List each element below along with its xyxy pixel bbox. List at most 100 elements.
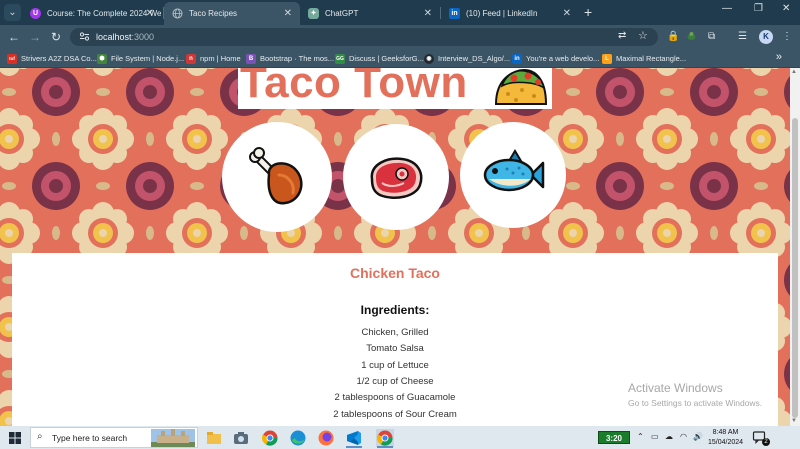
browser-toolbar: ← → ↻ localhost:3000 ⇄ ☆ 🔒 ⧉ ☰ K ⋮ bbox=[0, 25, 800, 49]
chicken-leg-icon bbox=[249, 147, 303, 205]
tab-title: Course: The Complete 2024 We bbox=[47, 9, 162, 18]
bookmark-item[interactable]: n npm | Home bbox=[186, 52, 241, 65]
globe-icon bbox=[172, 8, 183, 19]
page-title: Taco Town bbox=[240, 68, 468, 107]
nodejs-icon: ⬢ bbox=[97, 53, 107, 64]
search-highlight-image bbox=[151, 429, 195, 447]
bookmark-label: Maximal Rectangle... bbox=[616, 54, 687, 63]
search-icon: ⌕ bbox=[37, 431, 43, 442]
tab-chatgpt[interactable]: ✦ ChatGPT ✕ bbox=[300, 2, 440, 25]
forward-icon[interactable]: → bbox=[27, 29, 43, 45]
wifi-icon[interactable]: ◠ bbox=[680, 432, 687, 441]
bookmark-item[interactable]: ⬢ File System | Node.j... bbox=[97, 52, 184, 65]
windows-taskbar: ⌕ Type here to search 3:20 ⌃ ▭ ☁ ◠ 🔊 8:4… bbox=[0, 426, 800, 449]
site-title-banner: Taco Town bbox=[238, 68, 552, 109]
recipe-name: Chicken Taco bbox=[350, 265, 440, 281]
scrollbar-thumb[interactable] bbox=[792, 118, 798, 418]
camera-app-icon[interactable] bbox=[232, 429, 250, 447]
bookmark-label: Bootstrap · The mos... bbox=[260, 54, 335, 63]
minimize-icon[interactable]: — bbox=[722, 3, 732, 14]
ingredient-item: 1 cup of Lettuce bbox=[361, 360, 429, 371]
address-bar[interactable]: localhost:3000 ⇄ ☆ bbox=[70, 28, 658, 46]
npm-icon: n bbox=[186, 53, 196, 64]
volume-icon[interactable]: 🔊 bbox=[693, 432, 703, 441]
linkedin-icon: in bbox=[512, 53, 522, 64]
extension-icon[interactable]: 🔒 bbox=[667, 31, 679, 42]
restore-icon[interactable]: ❐ bbox=[754, 3, 763, 14]
tab-linkedin[interactable]: in (10) Feed | LinkedIn ✕ bbox=[441, 2, 579, 25]
close-icon[interactable]: ✕ bbox=[424, 8, 432, 19]
geeksforgeeks-icon: GG bbox=[335, 53, 345, 64]
back-icon[interactable]: ← bbox=[6, 29, 22, 45]
bookmark-item[interactable]: GG Discuss | GeeksforG... bbox=[335, 52, 424, 65]
window-close-icon[interactable]: ✕ bbox=[782, 3, 790, 14]
udemy-icon: U bbox=[30, 8, 41, 19]
reading-list-icon[interactable]: ☰ bbox=[738, 31, 747, 42]
firefox-icon[interactable] bbox=[317, 429, 335, 447]
bookmark-item[interactable]: B Bootstrap · The mos... bbox=[246, 52, 334, 65]
ingredient-item: Tomato Salsa bbox=[366, 343, 424, 354]
edge-icon[interactable] bbox=[289, 429, 307, 447]
fish-category-button[interactable] bbox=[460, 122, 566, 228]
tab-taco-recipes[interactable]: Taco Recipes ✕ bbox=[164, 2, 300, 25]
close-icon[interactable]: ✕ bbox=[146, 8, 154, 19]
bookmarks-bar: tuf Strivers A2Z DSA Co... ⬢ File System |… bbox=[0, 49, 800, 68]
page-viewport: Taco Town Chicken Taco Ingredients: Chic… bbox=[0, 68, 790, 426]
tray-overflow-icon[interactable]: ⌃ bbox=[637, 432, 644, 441]
site-info-icon[interactable] bbox=[79, 31, 90, 42]
bookmark-label: Strivers A2Z DSA Co... bbox=[21, 54, 97, 63]
bookmarks-overflow-icon[interactable]: » bbox=[776, 51, 782, 63]
chrome-taskbar-icon[interactable] bbox=[261, 429, 279, 447]
bookmark-label: Interview_DS_Algo/... bbox=[438, 54, 511, 63]
fish-icon bbox=[483, 149, 545, 192]
scroll-down-icon[interactable]: ▼ bbox=[791, 418, 797, 424]
url-host: localhost bbox=[96, 32, 132, 42]
battery-icon[interactable]: ▭ bbox=[651, 432, 659, 441]
translate-icon[interactable]: ⇄ bbox=[618, 30, 626, 41]
chrome-active-indicator bbox=[377, 446, 393, 448]
bookmark-item[interactable]: tuf Strivers A2Z DSA Co... bbox=[7, 52, 97, 65]
tab-title: Taco Recipes bbox=[189, 9, 238, 18]
github-icon: ◉ bbox=[424, 53, 434, 64]
tab-search-button[interactable]: ⌄ bbox=[4, 4, 21, 21]
notification-count-badge: 2 bbox=[762, 438, 770, 446]
url-text: localhost:3000 bbox=[96, 32, 154, 42]
bookmark-item[interactable]: ◉ Interview_DS_Algo/... bbox=[424, 52, 510, 65]
taskbar-search-box[interactable]: ⌕ Type here to search bbox=[30, 427, 198, 448]
close-icon[interactable]: ✕ bbox=[563, 8, 571, 19]
scroll-up-icon[interactable]: ▲ bbox=[791, 69, 797, 75]
tab-strip: ⌄ U Course: The Complete 2024 We ✕ Taco … bbox=[0, 0, 800, 25]
watermark-subtitle: Go to Settings to activate Windows. bbox=[628, 398, 763, 408]
profile-avatar[interactable]: K bbox=[759, 30, 773, 44]
file-explorer-icon[interactable] bbox=[205, 429, 223, 447]
chatgpt-icon: ✦ bbox=[308, 8, 319, 19]
taco-emoji-icon bbox=[494, 68, 548, 105]
close-icon[interactable]: ✕ bbox=[284, 8, 292, 19]
extensions-puzzle-icon[interactable]: ⧉ bbox=[708, 31, 715, 42]
onedrive-icon[interactable]: ☁ bbox=[665, 432, 673, 441]
search-placeholder: Type here to search bbox=[52, 433, 128, 443]
beef-category-button[interactable] bbox=[343, 124, 449, 230]
reload-icon[interactable]: ↻ bbox=[48, 29, 64, 45]
extension-turtle-icon[interactable] bbox=[686, 31, 697, 44]
bookmark-star-icon[interactable]: ☆ bbox=[638, 29, 648, 42]
striver-icon: tuf bbox=[7, 53, 17, 64]
tab-title: (10) Feed | LinkedIn bbox=[466, 9, 538, 18]
clock-time: 8:48 AM bbox=[712, 429, 739, 436]
chrome-taskbar-icon-active[interactable] bbox=[376, 429, 394, 447]
battery-timer-widget[interactable]: 3:20 bbox=[598, 431, 630, 444]
bookmark-label: You're a web develo... bbox=[526, 54, 600, 63]
vscode-icon[interactable] bbox=[345, 429, 363, 447]
new-tab-button[interactable]: + bbox=[584, 4, 592, 20]
leetcode-icon: L bbox=[602, 53, 612, 64]
linkedin-icon: in bbox=[449, 8, 460, 19]
tab-udemy[interactable]: U Course: The Complete 2024 We ✕ bbox=[22, 2, 162, 25]
chicken-category-button[interactable] bbox=[222, 122, 332, 232]
kebab-menu-icon[interactable]: ⋮ bbox=[782, 31, 792, 42]
bookmark-item[interactable]: in You're a web develo... bbox=[512, 52, 599, 65]
system-clock[interactable]: 8:48 AM 15/04/2024 bbox=[708, 428, 743, 448]
bootstrap-icon: B bbox=[246, 53, 256, 64]
windows-start-icon[interactable] bbox=[9, 432, 21, 444]
ingredient-item: Chicken, Grilled bbox=[361, 327, 429, 338]
bookmark-item[interactable]: L Maximal Rectangle... bbox=[602, 52, 686, 65]
